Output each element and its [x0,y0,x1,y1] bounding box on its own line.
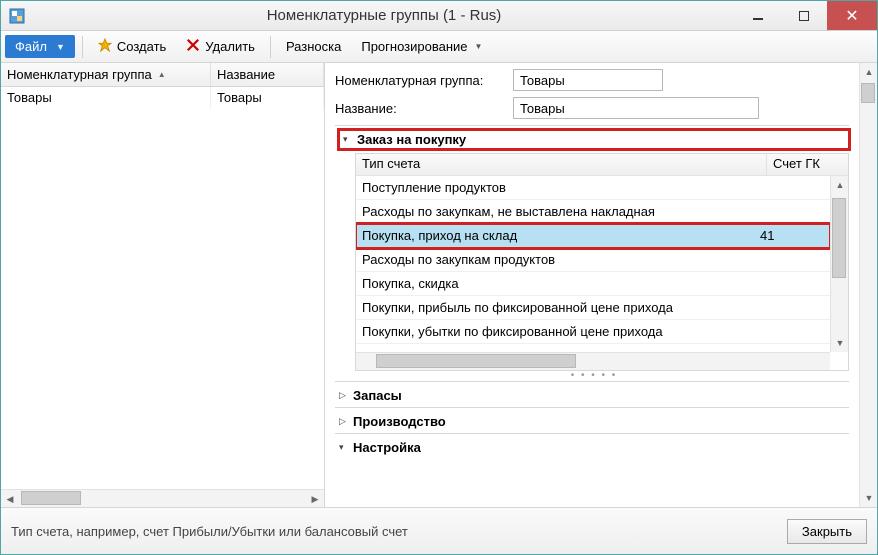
scroll-up-icon[interactable]: ▲ [831,176,849,194]
section-label: Настройка [353,440,421,455]
cell-account-type: Покупка, скидка [362,276,760,291]
section-label: Производство [353,414,446,429]
name-field-label: Название: [335,101,513,116]
file-menu-button[interactable]: Файл ▼ [5,35,75,58]
vertical-scrollbar[interactable]: ▲ ▼ [830,176,848,352]
window-close-button[interactable]: ✕ [827,1,877,30]
resize-grip[interactable]: • • • • • [339,373,849,379]
scroll-left-icon[interactable]: ◀ [1,490,19,508]
close-button[interactable]: Закрыть [787,519,867,544]
table-row[interactable]: Покупка, скидка [356,272,830,296]
scroll-thumb[interactable] [21,491,81,505]
section-header-production[interactable]: Производство [339,412,849,431]
scroll-down-icon[interactable]: ▼ [831,334,849,352]
statusbar: Тип счета, например, счет Прибыли/Убытки… [1,507,877,554]
posting-button[interactable]: Разноска [278,36,349,57]
scroll-thumb[interactable] [832,198,846,278]
cell-name: Товары [211,87,324,109]
cell-gl-account: 41 [760,228,824,243]
scroll-right-icon[interactable]: ▶ [306,490,324,508]
star-icon [98,38,112,55]
maximize-button[interactable] [781,1,827,30]
section-header-inventory[interactable]: Запасы [339,386,849,405]
expand-icon [339,442,347,453]
delete-label: Удалить [205,39,255,54]
dropdown-icon: ▼ [56,42,65,52]
app-icon [9,8,25,24]
cell-account-type: Покупка, приход на склад [362,228,760,243]
cell-account-type: Покупки, прибыль по фиксированной цене п… [362,300,760,315]
section-label: Заказ на покупку [357,132,466,147]
table-row[interactable]: Расходы по закупкам продуктов [356,248,830,272]
file-label: Файл [15,39,47,54]
delete-button[interactable]: Удалить [178,35,263,58]
minimize-button[interactable] [735,1,781,30]
scroll-thumb[interactable] [376,354,576,368]
cell-account-type: Расходы по закупкам, не выставлена накла… [362,204,760,219]
window-title: Номенклатурные группы (1 - Rus) [33,7,735,24]
grid-row[interactable]: Товары Товары [1,87,324,109]
separator [82,36,83,58]
section-header-settings[interactable]: Настройка [339,438,849,457]
cell-account-type: Покупки, убытки по фиксированной цене пр… [362,324,760,339]
forecast-button[interactable]: Прогнозирование ▼ [353,36,490,57]
detail-pane: Номенклатурная группа: Название: Заказ н… [325,63,877,507]
horizontal-scrollbar[interactable]: ◀ ▶ [1,489,324,507]
scroll-up-icon[interactable]: ▲ [860,63,877,81]
col-gl-account[interactable]: Счет ГК [766,154,848,175]
scroll-down-icon[interactable]: ▼ [860,489,877,507]
section-header-purchase-order[interactable]: Заказ на покупку [339,130,849,149]
table-row[interactable]: Расходы по закупкам, не выставлена накла… [356,200,830,224]
status-hint: Тип счета, например, счет Прибыли/Убытки… [11,524,408,539]
delete-icon [186,38,200,55]
col-account-type[interactable]: Тип счета [356,154,766,175]
section-settings: Настройка [335,433,849,459]
section-production: Производство [335,407,849,433]
pane-vertical-scrollbar[interactable]: ▲ ▼ [859,63,877,507]
cell-account-type: Поступление продуктов [362,180,760,195]
forecast-label: Прогнозирование [361,39,467,54]
table-row[interactable]: Поступление продуктов [356,176,830,200]
table-row[interactable]: Покупки, прибыль по фиксированной цене п… [356,296,830,320]
column-header-name[interactable]: Название [211,63,324,86]
table-row[interactable]: Покупки, убытки по фиксированной цене пр… [356,320,830,344]
expand-icon [339,390,347,401]
scroll-thumb[interactable] [861,83,875,103]
toolbar: Файл ▼ Создать Удалить Разноска Прогнози… [1,31,877,63]
posting-label: Разноска [286,39,341,54]
horizontal-scrollbar[interactable] [356,352,830,370]
titlebar: Номенклатурные группы (1 - Rus) ✕ [1,1,877,31]
separator [270,36,271,58]
table-row[interactable]: Покупка, приход на склад41 [356,224,830,248]
cell-group: Товары [1,87,211,109]
section-inventory: Запасы [335,381,849,407]
section-purchase-order: Заказ на покупку Тип счета Счет ГК Посту… [335,125,849,381]
expand-icon [343,134,351,145]
section-label: Запасы [353,388,402,403]
column-header-group[interactable]: Номенклатурная группа [1,63,211,86]
create-button[interactable]: Создать [90,35,174,58]
create-label: Создать [117,39,166,54]
expand-icon [339,416,347,427]
group-field-label: Номенклатурная группа: [335,73,513,88]
dropdown-icon: ▼ [475,42,483,51]
cell-account-type: Расходы по закупкам продуктов [362,252,760,267]
accounts-table: Тип счета Счет ГК Поступление продуктов Р… [355,153,849,371]
group-field[interactable] [513,69,663,91]
left-grid-pane: Номенклатурная группа Название Товары То… [1,63,325,507]
name-field[interactable] [513,97,759,119]
